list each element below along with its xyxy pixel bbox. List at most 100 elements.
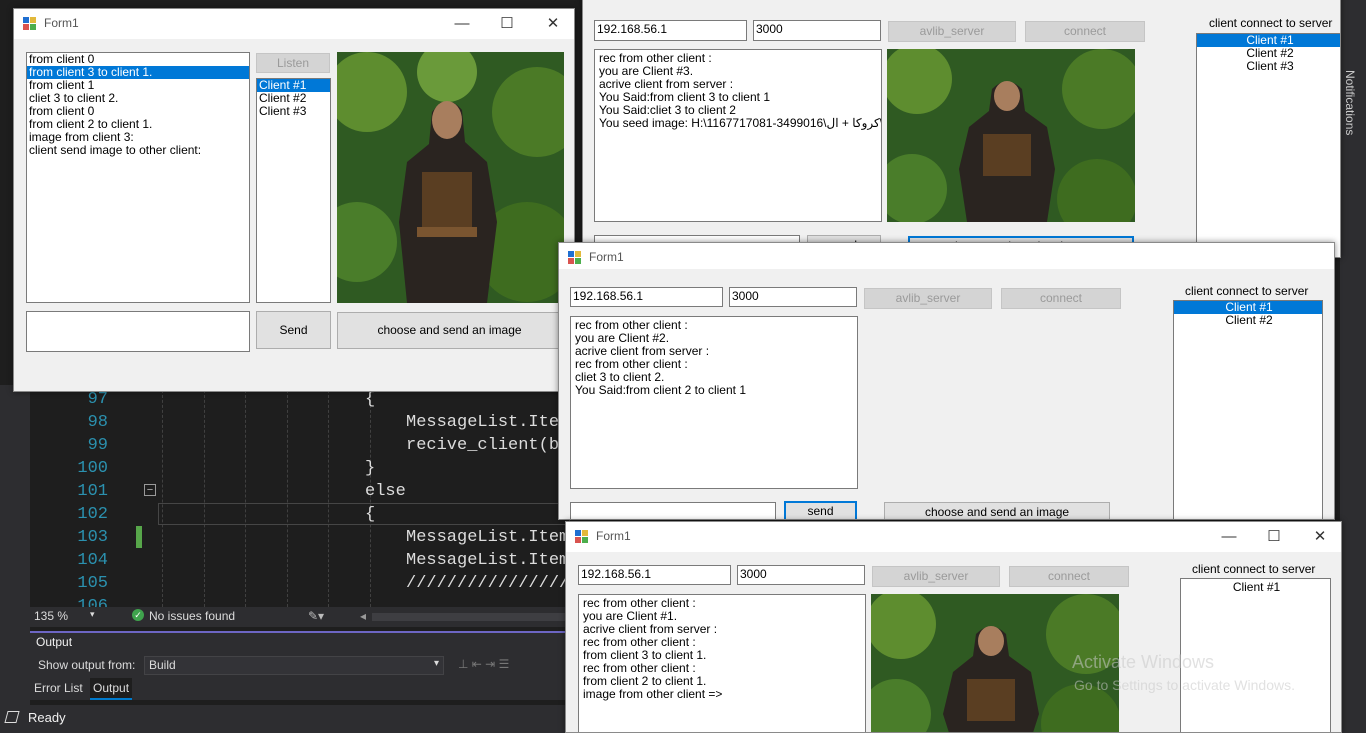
code-text: } (365, 459, 376, 478)
zoom-level[interactable]: 135 % (34, 609, 68, 623)
code-text: else (365, 482, 406, 501)
form-icon (568, 251, 582, 265)
message-item[interactable]: image from other client => (581, 688, 865, 701)
title-bar: Form1 (559, 243, 1334, 269)
connect-button[interactable]: connect (1009, 566, 1129, 587)
code-line[interactable]: 103 MessageList.Item (30, 526, 570, 549)
tab-error-list[interactable]: Error List (34, 681, 83, 695)
avlib-server-button[interactable]: avlib_server (872, 566, 1000, 587)
message-list[interactable]: rec from other client : you are Client #… (570, 316, 858, 489)
line-number: 98 (87, 413, 108, 432)
message-list[interactable]: rec from other client : you are Client #… (578, 594, 866, 732)
line-number: 99 (87, 436, 108, 455)
ip-input[interactable]: 192.168.56.1 (578, 565, 731, 585)
connect-button[interactable]: connect (1025, 21, 1145, 42)
code-line[interactable]: 98 MessageList.Ite (30, 411, 570, 434)
message-item[interactable]: You Said:from client 2 to client 1 (573, 384, 857, 397)
title-bar: Form1 — ☐ ✕ (14, 9, 574, 39)
client-list[interactable]: Client #1 Client #2 Client #3 (256, 78, 331, 303)
clients-header: client connect to server (1192, 562, 1316, 576)
window-title: Form1 (589, 250, 624, 264)
line-number: 103 (77, 528, 108, 547)
received-image (337, 52, 564, 303)
scroll-left-icon[interactable]: ◂ (360, 609, 366, 623)
choose-image-button[interactable]: choose and send an image (884, 502, 1110, 519)
send-button[interactable]: send (784, 501, 857, 519)
client-item[interactable]: Client #1 (1181, 581, 1330, 594)
output-title: Output (36, 635, 73, 649)
current-line-highlight (158, 503, 570, 525)
code-line[interactable]: 100} (30, 457, 570, 480)
avlib-server-button[interactable]: avlib_server (888, 21, 1016, 42)
code-line[interactable]: 104 MessageList.Item (30, 549, 570, 572)
ip-input[interactable]: 192.168.56.1 (570, 287, 723, 307)
output-panel-header: Output (30, 631, 570, 653)
code-line[interactable]: 106 (30, 595, 570, 607)
client-item[interactable]: Client #2 (1174, 314, 1322, 327)
output-toolbar: Show output from: Build ▾ ⊥ ⇤ ⇥ ☰ (30, 653, 570, 678)
maximize-icon[interactable]: ☐ (484, 9, 530, 39)
code-text: recive_client(b (406, 436, 560, 455)
message-input[interactable] (570, 502, 776, 519)
avlib-server-button[interactable]: avlib_server (864, 288, 992, 309)
code-line[interactable]: 99 recive_client(b (30, 434, 570, 457)
client-item[interactable]: Client #3 (257, 105, 330, 118)
status-text: Ready (28, 710, 66, 725)
clients-header: client connect to server (1209, 16, 1333, 30)
message-item[interactable]: You seed image: H:\1167717081-3499016\صو… (597, 117, 881, 130)
issues-status[interactable]: No issues found (149, 609, 235, 623)
port-input[interactable]: 3000 (737, 565, 865, 585)
warrior-photo (337, 52, 564, 303)
message-list[interactable]: rec from other client : you are Client #… (594, 49, 882, 222)
line-number: 102 (77, 505, 108, 524)
window-title: Form1 (596, 529, 631, 543)
title-bar: Form1 — ☐ ✕ (566, 522, 1341, 552)
client-list[interactable]: Client #1 Client #2 (1173, 300, 1323, 519)
line-number: 104 (77, 551, 108, 570)
output-source-value: Build (149, 658, 176, 672)
form-icon (575, 530, 589, 544)
output-tool-icons[interactable]: ⊥ ⇤ ⇥ ☰ (458, 657, 509, 671)
activate-windows-title: Activate Windows (1072, 652, 1215, 672)
code-text: MessageList.Item (406, 551, 570, 570)
close-icon[interactable]: ✕ (530, 9, 574, 39)
form-icon (23, 17, 37, 31)
port-input[interactable]: 3000 (729, 287, 857, 307)
tab-output[interactable]: Output (90, 678, 133, 700)
message-item[interactable]: client send image to other client: (27, 144, 249, 157)
clients-header: client connect to server (1185, 284, 1309, 298)
notifications-tab[interactable]: Notifications (1343, 70, 1357, 135)
port-input[interactable]: 3000 (753, 20, 881, 41)
received-image (887, 49, 1135, 222)
minimize-icon[interactable]: — (439, 9, 485, 39)
line-number: 105 (77, 574, 108, 593)
choose-image-button[interactable]: choose and send an image (337, 312, 562, 349)
client2-window: Form1 192.168.56.1 3000 avlib_server con… (558, 242, 1335, 520)
server-form-window: Form1 — ☐ ✕ from client 0 from client 3 t… (13, 8, 575, 392)
code-line[interactable]: 101 else (30, 480, 570, 503)
close-icon[interactable]: ✕ (1297, 522, 1341, 552)
minimize-icon[interactable]: — (1206, 522, 1252, 552)
maximize-icon[interactable]: ☐ (1251, 522, 1297, 552)
client-item[interactable]: Client #3 (1197, 60, 1340, 73)
activate-windows-subtitle: Go to Settings to activate Windows. (1074, 677, 1295, 693)
output-source-select[interactable]: Build ▾ (144, 656, 444, 675)
collapse-toggle-icon[interactable]: − (144, 484, 156, 496)
editor-status-strip: 135 % ▾ ✓ No issues found ✎▾ ◂ (30, 607, 570, 627)
zoom-dropdown-icon[interactable]: ▾ (90, 609, 95, 620)
code-editor[interactable]: 97{98 MessageList.Ite 99 recive_client(b 100… (30, 385, 570, 607)
send-button[interactable]: Send (256, 311, 331, 349)
message-input[interactable] (26, 311, 250, 352)
listen-button[interactable]: Listen (256, 53, 330, 73)
code-text: MessageList.Item (406, 528, 570, 547)
code-line[interactable]: 105 //////////////// (30, 572, 570, 595)
horizontal-scrollbar[interactable] (372, 613, 570, 621)
check-icon: ✓ (132, 609, 144, 621)
change-marker (136, 526, 142, 548)
client1-window: Form1 — ☐ ✕ 192.168.56.1 3000 avlib_serv… (565, 521, 1342, 733)
ip-input[interactable]: 192.168.56.1 (594, 20, 747, 41)
client-list[interactable]: Client #1 Client #2 Client #3 (1196, 33, 1340, 257)
message-list[interactable]: from client 0 from client 3 to client 1. f… (26, 52, 250, 303)
brush-icon[interactable]: ✎▾ (308, 609, 324, 623)
connect-button[interactable]: connect (1001, 288, 1121, 309)
